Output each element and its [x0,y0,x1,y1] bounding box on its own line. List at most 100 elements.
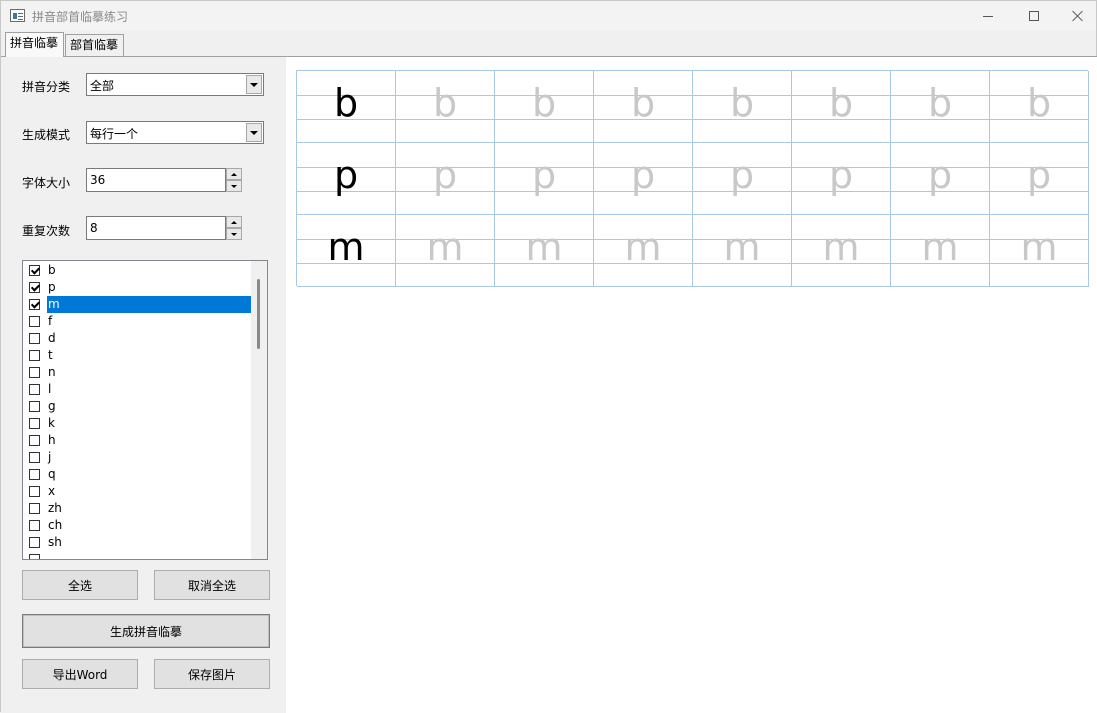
list-item[interactable]: sh [27,534,253,551]
model-letter: b [333,81,359,125]
trace-cell: p [495,143,594,215]
list-item[interactable]: n [27,364,253,381]
list-item-label: q [48,467,56,481]
repeat-increment-button[interactable] [226,216,242,228]
minimize-icon [983,15,993,17]
checkbox[interactable] [29,469,40,480]
list-item[interactable]: m [27,296,253,313]
checkbox[interactable] [29,282,40,293]
trace-cell: m [792,215,891,287]
checkbox[interactable] [29,554,40,559]
list-item[interactable]: l [27,381,253,398]
model-cell: p [297,143,396,215]
practice-canvas: bbbbbbbbppppppppmmmmmmmm [286,57,1097,713]
list-item[interactable]: k [27,415,253,432]
trace-cell: b [693,71,792,143]
list-item-label: sh [48,535,62,549]
repeat-decrement-button[interactable] [226,228,242,240]
list-item-label: d [48,331,56,345]
arrow-down-icon [231,232,237,236]
maximize-button[interactable] [1011,1,1057,31]
list-item[interactable]: d [27,330,253,347]
checkbox[interactable] [29,435,40,446]
trace-letter: m [921,225,959,269]
trace-letter: b [927,81,953,125]
list-item-label: h [48,433,56,447]
list-item[interactable]: g [27,398,253,415]
trace-cell: p [792,143,891,215]
tab-bar: 拼音临摹 部首临摹 [1,32,1096,57]
list-item[interactable]: zh [27,500,253,517]
checkbox[interactable] [29,401,40,412]
list-item[interactable]: q [27,466,253,483]
checkbox[interactable] [29,333,40,344]
trace-letter: b [531,81,557,125]
trace-letter: m [822,225,860,269]
trace-cell: m [693,215,792,287]
save-image-button[interactable]: 保存图片 [154,659,270,689]
trace-cell: p [990,143,1089,215]
list-item[interactable]: p [27,279,253,296]
category-select[interactable]: 全部 [86,73,264,96]
fontsize-increment-button[interactable] [226,168,242,180]
tab-pinyin[interactable]: 拼音临摹 [5,32,64,57]
mode-value: 每行一个 [90,127,139,141]
checkbox[interactable] [29,316,40,327]
model-cell: b [297,71,396,143]
list-item-label: n [48,365,56,379]
list-item-label: g [48,399,56,413]
close-button[interactable] [1055,1,1097,31]
checkbox[interactable] [29,452,40,463]
scrollbar-thumb[interactable] [257,279,260,349]
checkbox[interactable] [29,503,40,514]
checkbox[interactable] [29,384,40,395]
trace-letter: p [1026,153,1052,197]
checkbox[interactable] [29,367,40,378]
generate-button[interactable]: 生成拼音临摹 [22,614,270,648]
fontsize-input[interactable]: 36 [86,168,226,192]
checkbox[interactable] [29,486,40,497]
list-item[interactable]: f [27,313,253,330]
repeat-label: 重复次数 [22,224,71,238]
minimize-button[interactable] [965,1,1011,31]
list-item[interactable]: t [27,347,253,364]
checkbox[interactable] [29,520,40,531]
repeat-input[interactable]: 8 [86,216,226,240]
tab-radical[interactable]: 部首临摹 [65,34,124,56]
category-value: 全部 [90,79,115,93]
arrow-up-icon [231,220,237,224]
fontsize-decrement-button[interactable] [226,180,242,192]
checkbox[interactable] [29,418,40,429]
trace-letter: b [828,81,854,125]
checkbox[interactable] [29,350,40,361]
list-item-label [47,551,252,559]
deselect-all-button[interactable]: 取消全选 [154,570,270,600]
list-item[interactable]: ch [27,517,253,534]
repeat-spinbox: 8 [86,216,242,240]
checkbox[interactable] [29,537,40,548]
list-item[interactable]: x [27,483,253,500]
select-all-button[interactable]: 全选 [22,570,138,600]
category-dropdown-button[interactable] [246,75,262,94]
chevron-down-icon [250,82,258,87]
list-item[interactable]: j [27,449,253,466]
list-item[interactable]: h [27,432,253,449]
mode-dropdown-button[interactable] [246,123,262,142]
title-bar[interactable]: 拼音部首临摹练习 [1,1,1096,31]
trace-letter: b [432,81,458,125]
model-letter: m [327,225,365,269]
close-icon [1072,10,1084,22]
checkbox[interactable] [29,299,40,310]
trace-cell: p [594,143,693,215]
trace-letter: b [1026,81,1052,125]
checkbox[interactable] [29,265,40,276]
fontsize-value: 36 [90,173,106,187]
list-scrollbar[interactable] [251,261,267,559]
list-item[interactable] [27,551,253,559]
export-word-button[interactable]: 导出Word [22,659,138,689]
list-item[interactable]: b [27,262,253,279]
trace-letter: p [432,153,458,197]
pinyin-checklist[interactable]: sh ch zh x q j h k g l n t d f m p b [22,260,268,560]
mode-select[interactable]: 每行一个 [86,121,264,144]
fontsize-label: 字体大小 [22,176,71,190]
